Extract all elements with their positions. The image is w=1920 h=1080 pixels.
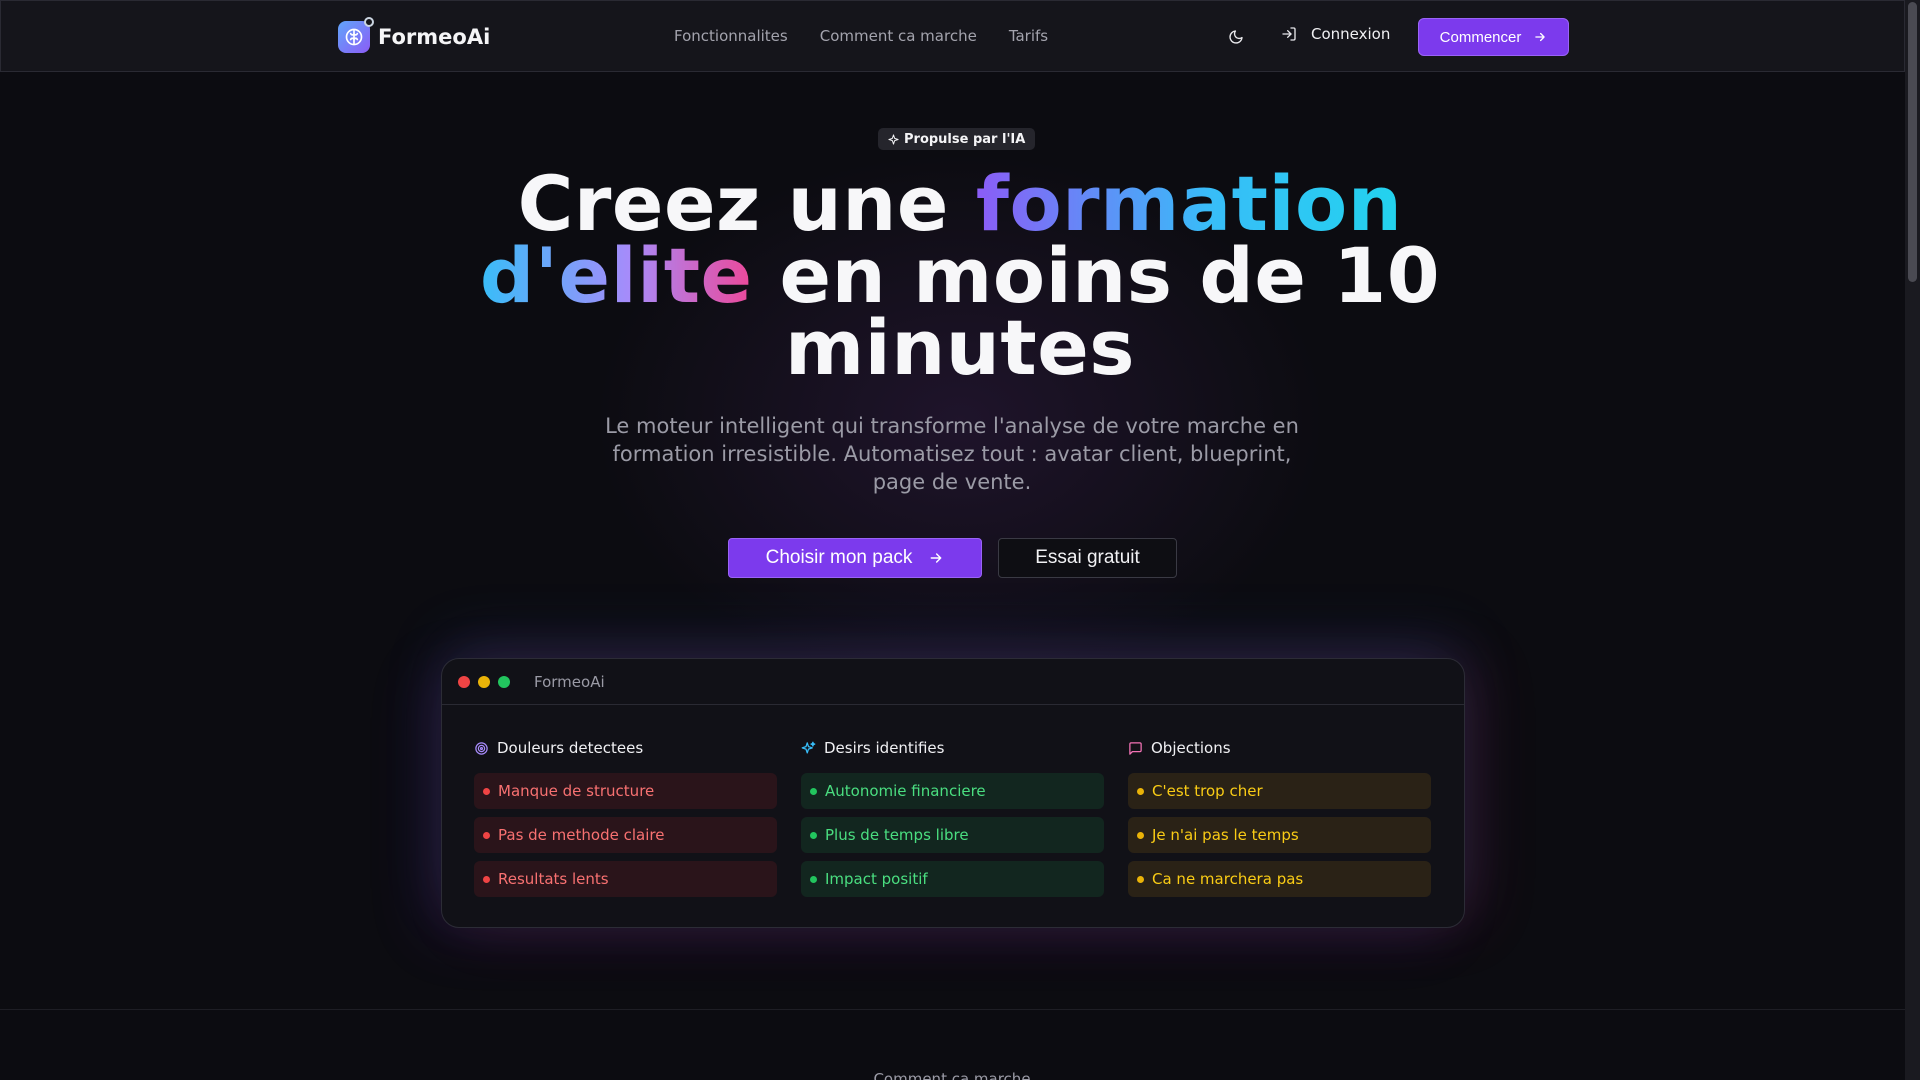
desire-item-label: Plus de temps libre: [825, 826, 969, 844]
desire-item: Plus de temps libre: [801, 817, 1104, 853]
objection-item: C'est trop cher: [1128, 773, 1431, 809]
desires-column: Desirs identifies Autonomie financiere P…: [801, 737, 1104, 905]
logo-text: FormeoAi: [378, 25, 491, 49]
nav-link-how-it-works[interactable]: Comment ca marche: [820, 27, 977, 45]
desire-item: Autonomie financiere: [801, 773, 1104, 809]
target-icon: [475, 741, 488, 755]
hero-title: Creez une formation d'elite en moins de …: [460, 166, 1460, 386]
ai-badge: Propulse par l'IA: [878, 128, 1036, 150]
desire-item-label: Autonomie financiere: [825, 782, 986, 800]
window-title: FormeoAi: [534, 672, 605, 691]
choose-pack-label: Choisir mon pack: [765, 547, 913, 568]
pain-item: Pas de methode claire: [474, 817, 777, 853]
arrow-right-icon: [1535, 32, 1546, 42]
start-button[interactable]: Commencer: [1418, 18, 1569, 56]
hero-title-highlight2: d'elite: [479, 231, 753, 320]
window-close-dot: [458, 675, 470, 688]
pain-item-label: Pas de methode claire: [498, 826, 665, 844]
bullet-dot: [810, 875, 817, 883]
hero-title-part2: en moins de 10 minutes: [752, 231, 1441, 392]
pains-heading: Douleurs detectees: [474, 737, 777, 759]
section-divider: [0, 1009, 1905, 1010]
bullet-dot: [810, 787, 817, 795]
objections-heading: Objections: [1128, 737, 1431, 759]
objections-title: Objections: [1151, 739, 1231, 757]
nav-link-pricing[interactable]: Tarifs: [1009, 27, 1048, 45]
message-icon: [1129, 741, 1142, 755]
desire-item-label: Impact positif: [825, 870, 928, 888]
theme-toggle-button[interactable]: [1224, 25, 1248, 49]
sparkles-icon: [801, 741, 816, 753]
hero-subtitle: Le moteur intelligent qui transforme l'a…: [605, 414, 1299, 494]
bullet-dot: [1137, 875, 1144, 883]
bullet-dot: [1137, 787, 1144, 795]
top-navbar: FormeoAi Fonctionnalites Comment ca marc…: [0, 0, 1905, 72]
window-maximize-dot: [498, 675, 510, 688]
bullet-dot: [483, 831, 490, 839]
bullet-dot: [810, 831, 817, 839]
scrollbar-thumb[interactable]: [1908, 2, 1917, 282]
bullet-dot: [1137, 831, 1144, 839]
login-link[interactable]: Connexion: [1281, 25, 1390, 43]
app-preview-window: FormeoAi Douleurs detectees Manque de st…: [441, 658, 1465, 928]
objection-item: Ca ne marchera pas: [1128, 861, 1431, 897]
pains-column: Douleurs detectees Manque de structure P…: [474, 737, 777, 905]
objection-item-label: Ca ne marchera pas: [1152, 870, 1304, 888]
landing-page: FormeoAi Fonctionnalites Comment ca marc…: [0, 0, 1920, 1080]
analysis-columns: Douleurs detectees Manque de structure P…: [474, 737, 1431, 905]
choose-pack-button[interactable]: Choisir mon pack: [728, 538, 982, 578]
objections-column: Objections C'est trop cher Je n'ai pas l…: [1128, 737, 1431, 905]
moon-icon: [1229, 30, 1243, 44]
pain-item: Manque de structure: [474, 773, 777, 809]
pains-title: Douleurs detectees: [497, 739, 644, 757]
login-icon: [1282, 27, 1296, 41]
start-button-label: Commencer: [1439, 28, 1522, 46]
free-trial-button[interactable]: Essai gratuit: [998, 538, 1177, 578]
sparkle-icon: [888, 133, 899, 145]
window-minimize-dot: [478, 675, 490, 688]
arrow-right-icon: [930, 553, 942, 563]
login-label: Connexion: [1311, 25, 1391, 43]
objection-item-label: Je n'ai pas le temps: [1152, 826, 1299, 844]
bullet-dot: [483, 875, 490, 883]
brain-logo-icon: [338, 17, 374, 53]
desires-title: Desirs identifies: [824, 739, 945, 757]
pain-item: Resultats lents: [474, 861, 777, 897]
window-titlebar: FormeoAi: [442, 659, 1464, 705]
next-section-heading: Comment ca marche: [873, 1070, 1031, 1080]
desire-item: Impact positif: [801, 861, 1104, 897]
page-scrollbar[interactable]: [1905, 0, 1920, 1080]
nav-links: Fonctionnalites Comment ca marche Tarifs: [674, 27, 1048, 45]
bullet-dot: [483, 787, 490, 795]
nav-link-features[interactable]: Fonctionnalites: [674, 27, 788, 45]
ai-badge-label: Propulse par l'IA: [904, 131, 1026, 147]
desires-heading: Desirs identifies: [801, 737, 1104, 759]
logo-link[interactable]: FormeoAi: [338, 17, 491, 53]
pain-item-label: Resultats lents: [498, 870, 609, 888]
pain-item-label: Manque de structure: [498, 782, 655, 800]
objection-item-label: C'est trop cher: [1152, 782, 1263, 800]
objection-item: Je n'ai pas le temps: [1128, 817, 1431, 853]
logo-badge-dot: [364, 17, 374, 27]
